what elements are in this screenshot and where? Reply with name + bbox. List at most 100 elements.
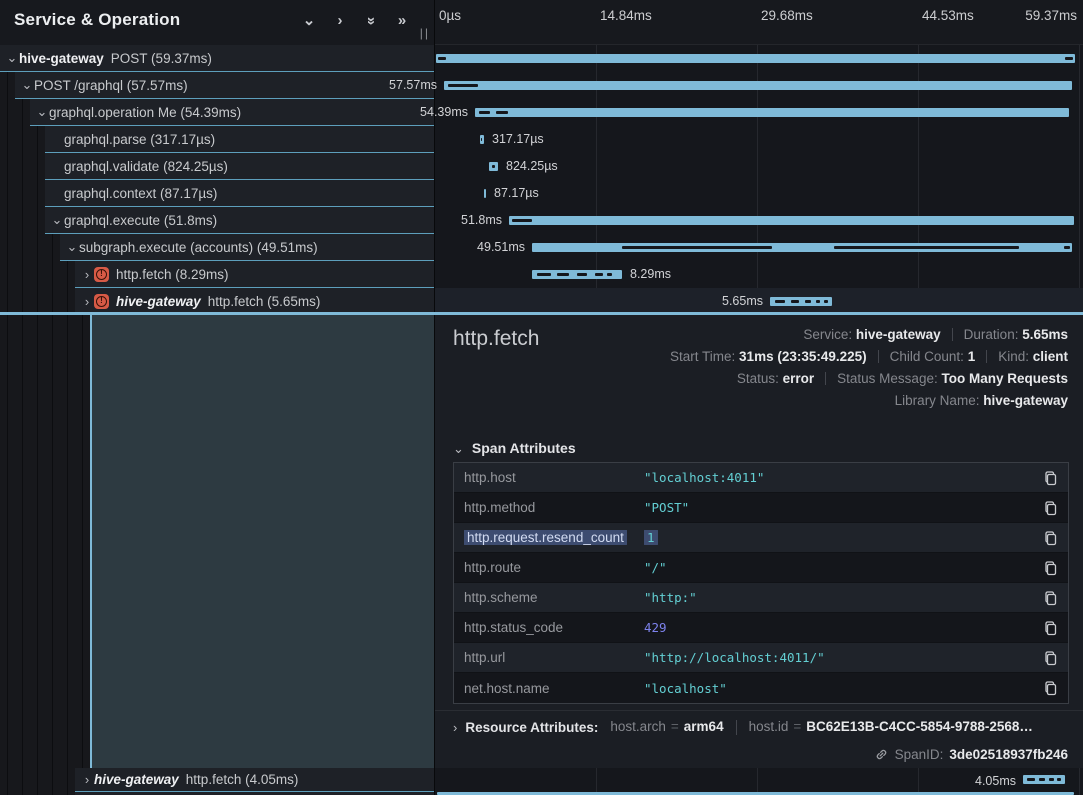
chevron-down-icon[interactable]: ⌄ (50, 212, 64, 228)
panel-resize-handle[interactable]: || (420, 26, 430, 40)
timeline-row[interactable]: 57.57ms (435, 72, 1083, 99)
span-attributes-label: Span Attributes (472, 440, 576, 456)
ruler-tick: 59.37ms (1025, 8, 1077, 23)
duration-label: 5.65ms (722, 294, 763, 308)
meta-label: Library Name: (895, 393, 984, 408)
resource-value: arm64 (684, 719, 724, 734)
span-detail-panel: http.fetch Service: hive-gatewayDuration… (435, 315, 1083, 768)
child-span-marker (537, 273, 551, 276)
span-bar[interactable] (489, 162, 498, 171)
operation-label: graphql.context (87.17µs) (64, 186, 217, 201)
span-bar[interactable] (770, 297, 832, 306)
span-tree-footer: ›hive-gatewayhttp.fetch (4.05ms) (0, 768, 434, 795)
copy-icon[interactable] (1043, 470, 1058, 486)
attribute-row: http.scheme"http:" (454, 583, 1068, 613)
operation-label: graphql.execute (51.8ms) (64, 213, 217, 228)
duration-label: 4.05ms (975, 774, 1016, 788)
span-bar[interactable] (484, 189, 486, 198)
tree-row[interactable]: ⌄POST /graphql (57.57ms) (15, 72, 434, 99)
link-icon[interactable] (874, 747, 889, 762)
span-bar[interactable] (532, 270, 622, 279)
meta-label: Start Time: (670, 349, 739, 364)
ruler-tick: 44.53ms (922, 8, 974, 23)
chevron-down-icon: ⌄ (453, 441, 464, 457)
error-icon: ! (94, 294, 109, 309)
tree-row[interactable]: ›!http.fetch (8.29ms) (75, 261, 434, 288)
collapse-one-icon[interactable]: ⌄ (301, 12, 317, 30)
copy-icon[interactable] (1043, 650, 1058, 666)
chevron-down-icon[interactable]: ⌄ (20, 77, 34, 93)
timeline-row[interactable]: 49.51ms (435, 234, 1083, 261)
resource-attributes-header[interactable]: ›Resource Attributes: (453, 720, 598, 735)
tree-row[interactable]: ⌄subgraph.execute (accounts) (49.51ms) (60, 234, 434, 261)
tree-row[interactable]: ⌄graphql.operation Me (54.39ms) (30, 99, 434, 126)
chevron-right-icon[interactable]: › (80, 294, 94, 309)
chevron-down-icon[interactable]: ⌄ (35, 104, 49, 120)
span-title: http.fetch (453, 327, 539, 351)
copy-icon[interactable] (1043, 560, 1058, 576)
attribute-value: "POST" (644, 500, 1043, 515)
tree-row[interactable]: graphql.context (87.17µs) (45, 180, 434, 207)
copy-icon[interactable] (1043, 590, 1058, 606)
attribute-value: "/" (644, 560, 1043, 575)
timeline-row[interactable]: 8.29ms (435, 261, 1083, 288)
span-bar[interactable] (1023, 775, 1065, 784)
attribute-row: http.url"http://localhost:4011/" (454, 643, 1068, 673)
child-span-marker (1065, 57, 1073, 60)
tree-row[interactable]: graphql.parse (317.17µs) (45, 126, 434, 153)
attribute-key: http.method (464, 500, 644, 515)
attribute-key: http.status_code (464, 620, 644, 635)
child-span-marker (1057, 778, 1061, 781)
attribute-key: http.url (464, 650, 644, 665)
chevron-right-icon[interactable]: › (80, 772, 94, 787)
tree-row[interactable]: ›!hive-gatewayhttp.fetch (5.65ms) (75, 288, 434, 315)
expand-one-icon[interactable]: › (332, 12, 348, 30)
span-bar[interactable] (444, 81, 1072, 90)
resource-attributes-items: host.arch=arm64host.id=BC62E13B-C4CC-585… (610, 719, 1033, 735)
span-attributes-header[interactable]: ⌄ Span Attributes (453, 440, 576, 457)
span-bar[interactable] (509, 216, 1074, 225)
chevron-right-icon[interactable]: › (80, 267, 94, 282)
resource-attributes-label: Resource Attributes: (465, 720, 598, 735)
span-bar[interactable] (436, 54, 1075, 63)
span-bar[interactable] (480, 135, 484, 144)
attribute-row: http.status_code429 (454, 613, 1068, 643)
attribute-value: "http:" (644, 590, 1043, 605)
span-id-value: 3de02518937fb246 (949, 747, 1068, 762)
chevron-down-icon[interactable]: ⌄ (5, 50, 19, 66)
timeline-row[interactable]: 54.39ms (435, 99, 1083, 126)
tree-row[interactable]: ›hive-gatewayhttp.fetch (4.05ms) (75, 768, 434, 792)
service-name: hive-gateway (116, 294, 201, 309)
child-span-marker (791, 300, 799, 303)
collapse-all-icon[interactable]: » (363, 12, 379, 30)
copy-icon[interactable] (1043, 500, 1058, 516)
timeline-ruler[interactable]: 0µs14.84ms29.68ms44.53ms59.37ms (435, 0, 1083, 45)
copy-icon[interactable] (1043, 530, 1058, 546)
meta-label: Service: (803, 327, 856, 342)
timeline-row[interactable]: 4.05ms (435, 768, 1083, 792)
timeline-row[interactable] (435, 45, 1083, 72)
expand-all-icon[interactable]: » (394, 12, 410, 30)
timeline-row[interactable]: 87.17µs (435, 180, 1083, 207)
operation-label: POST (59.37ms) (111, 51, 212, 66)
tree-lower-area: ›hive-gatewayhttp.fetch (4.05ms) (0, 315, 434, 795)
duration-label: 49.51ms (477, 240, 525, 254)
resource-attributes-row: ›Resource Attributes: host.arch=arm64hos… (435, 710, 1083, 743)
timeline-row[interactable]: 5.65ms (435, 288, 1083, 315)
duration-label: 87.17µs (494, 186, 539, 200)
left-panel-header: Service & Operation ⌄›»» || (0, 0, 434, 45)
timeline-row[interactable]: 824.25µs (435, 153, 1083, 180)
copy-icon[interactable] (1043, 620, 1058, 636)
span-bar[interactable] (475, 108, 1069, 117)
timeline-row[interactable]: 51.8ms (435, 207, 1083, 234)
tree-row[interactable]: ⌄hive-gatewayPOST (59.37ms) (0, 45, 434, 72)
timeline-row[interactable]: 317.17µs (435, 126, 1083, 153)
operation-label: graphql.validate (824.25µs) (64, 159, 228, 174)
resource-equals: = (671, 719, 679, 734)
span-bar[interactable] (532, 243, 1072, 252)
chevron-down-icon[interactable]: ⌄ (65, 239, 79, 255)
meta-value: 5.65ms (1022, 327, 1068, 342)
copy-icon[interactable] (1043, 680, 1058, 696)
tree-row[interactable]: ⌄graphql.execute (51.8ms) (45, 207, 434, 234)
tree-row[interactable]: graphql.validate (824.25µs) (45, 153, 434, 180)
